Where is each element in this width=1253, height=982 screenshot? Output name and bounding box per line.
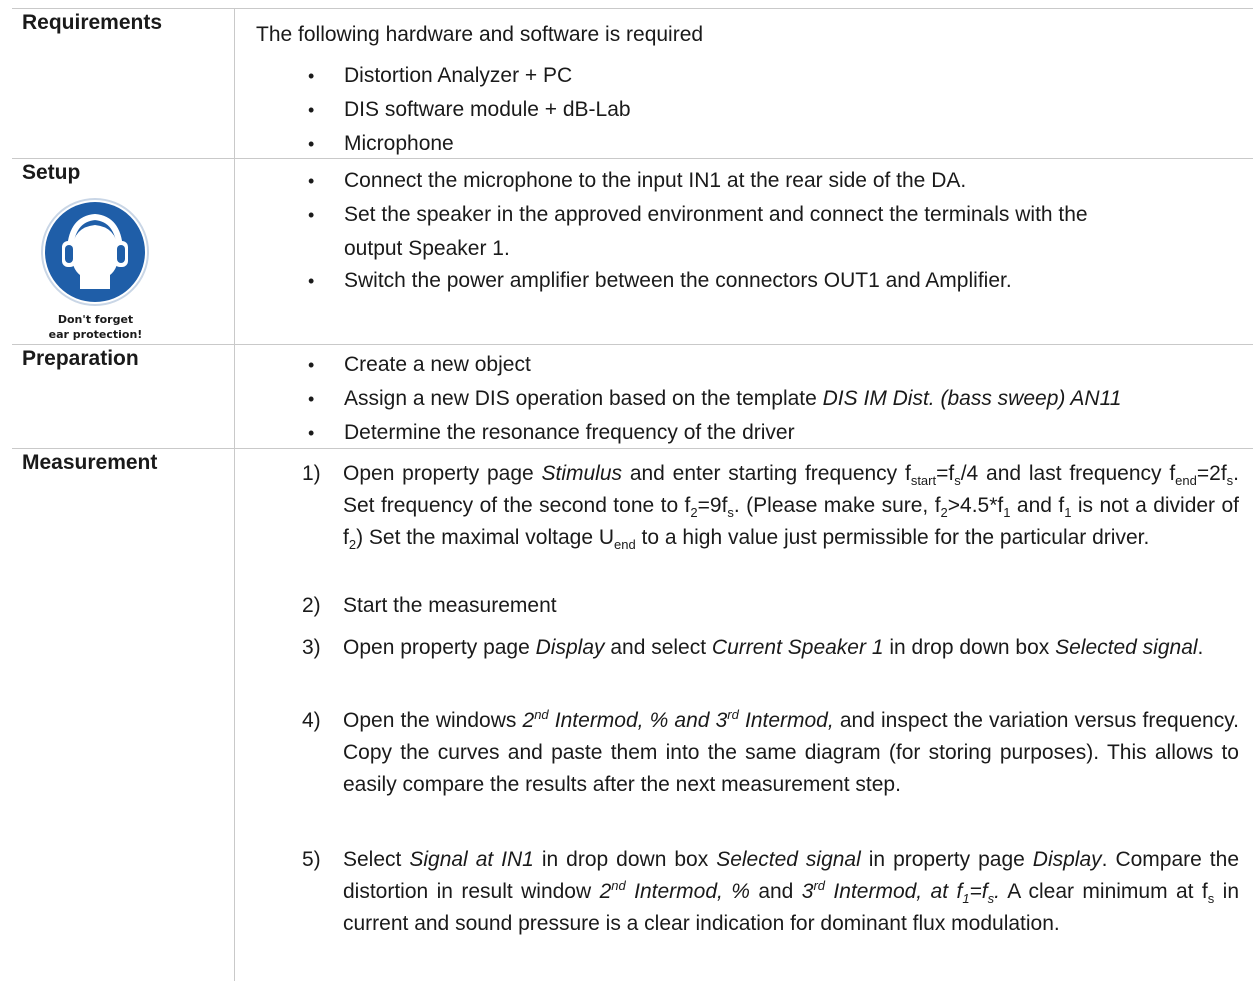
list-item: • Set the speaker in the approved enviro…: [256, 199, 1243, 233]
bullet-icon: •: [308, 271, 315, 291]
bullet-icon: •: [308, 355, 315, 375]
step-number: 3): [302, 636, 321, 659]
preparation-label: Preparation: [22, 347, 139, 370]
setup-item-continuation: output Speaker 1.: [344, 237, 510, 260]
list-item: • DIS software module + dB-Lab: [256, 94, 1243, 128]
bullet-icon: •: [308, 389, 315, 409]
setup-content: • Connect the microphone to the input IN…: [256, 165, 1243, 299]
bullet-icon: •: [308, 100, 315, 120]
step-text: Select Signal at IN1 in drop down box Se…: [343, 848, 1240, 935]
step-item: 3) Open property page Display and select…: [256, 632, 1243, 705]
sign-caption: Don't forget ear protection!: [38, 312, 153, 342]
requirements-item: Microphone: [344, 132, 454, 155]
list-item: • Create a new object: [256, 349, 1243, 383]
requirements-row: Requirements The following hardware and …: [12, 8, 1253, 159]
bullet-icon: •: [308, 171, 315, 191]
setup-item: Set the speaker in the approved environm…: [344, 203, 1088, 226]
setup-item: Switch the power amplifier between the c…: [344, 269, 1012, 292]
preparation-item: Assign a new DIS operation based on the …: [344, 387, 1122, 410]
preparation-item: Create a new object: [344, 353, 531, 376]
step-number: 1): [302, 462, 321, 485]
step-number: 4): [302, 709, 321, 732]
bullet-icon: •: [308, 423, 315, 443]
list-item: • Assign a new DIS operation based on th…: [256, 383, 1243, 417]
measurement-content: 1) Open property page Stimulus and enter…: [256, 458, 1243, 974]
requirements-label: Requirements: [22, 11, 163, 34]
sign-caption-line1: Don't forget: [57, 313, 134, 326]
step-text: Open the windows 2nd Intermod, % and 3rd…: [343, 707, 1239, 796]
bullet-icon: •: [308, 205, 315, 225]
step-number: 5): [302, 848, 321, 871]
requirements-item: Distortion Analyzer + PC: [344, 64, 573, 87]
list-item: • Distortion Analyzer + PC: [256, 60, 1243, 94]
step-text: Open property page Stimulus and enter st…: [343, 462, 1239, 553]
list-item: • Switch the power amplifier between the…: [256, 265, 1243, 299]
bullet-icon: •: [308, 134, 315, 154]
list-item: • Connect the microphone to the input IN…: [256, 165, 1243, 199]
preparation-row: Preparation • Create a new object • Assi…: [12, 344, 1253, 449]
setup-row: Setup Don't forget ear protection! • Con…: [12, 158, 1253, 345]
sign-caption-line2: ear protection!: [48, 328, 143, 341]
step-item: 1) Open property page Stimulus and enter…: [256, 458, 1243, 590]
requirements-content: The following hardware and software is r…: [256, 19, 1243, 162]
measurement-label: Measurement: [22, 451, 158, 474]
preparation-content: • Create a new object • Assign a new DIS…: [256, 349, 1243, 451]
step-text: Open property page Display and select Cu…: [343, 636, 1204, 659]
list-item: • Microphone: [256, 128, 1243, 162]
preparation-item: Determine the resonance frequency of the…: [344, 421, 795, 444]
setup-label: Setup: [22, 161, 81, 184]
step-item: 2) Start the measurement: [256, 590, 1243, 632]
step-number: 2): [302, 594, 321, 617]
step-text: Start the measurement: [343, 594, 557, 617]
requirements-intro: The following hardware and software is r…: [256, 23, 704, 46]
measurement-row: Measurement 1) Open property page Stimul…: [12, 448, 1253, 982]
requirements-item: DIS software module + dB-Lab: [344, 98, 631, 121]
ear-protection-icon: [41, 198, 149, 306]
ear-protection-sign: Don't forget ear protection!: [38, 197, 153, 342]
list-item-continuation: output Speaker 1.: [256, 233, 1243, 265]
step-item: 5) Select Signal at IN1 in drop down box…: [256, 844, 1243, 974]
list-item: • Determine the resonance frequency of t…: [256, 417, 1243, 451]
bullet-icon: •: [308, 66, 315, 86]
step-item: 4) Open the windows 2nd Intermod, % and …: [256, 705, 1243, 844]
setup-item: Connect the microphone to the input IN1 …: [344, 169, 967, 192]
